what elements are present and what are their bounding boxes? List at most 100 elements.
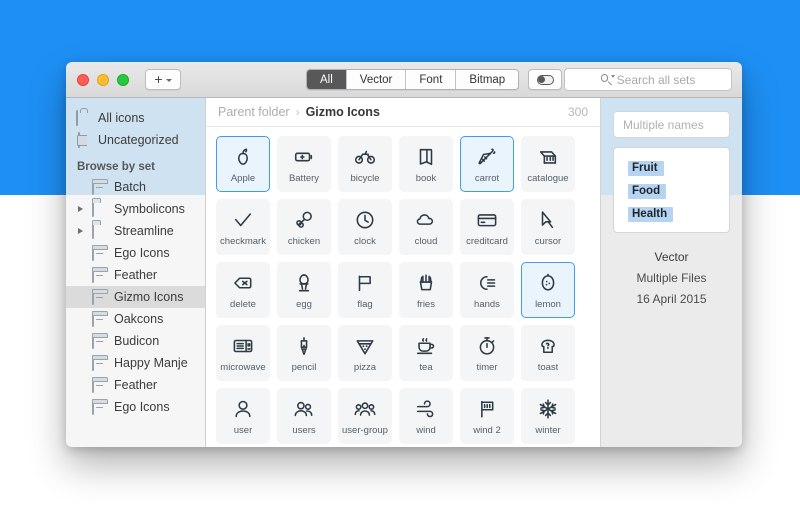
timer-icon — [474, 333, 500, 359]
tags-list[interactable]: Fruit Food Health — [613, 147, 730, 233]
disclosure-triangle-icon[interactable] — [76, 206, 85, 212]
sidebar-item-label: Ego Icons — [114, 400, 170, 414]
view-toggle-button[interactable] — [528, 69, 562, 90]
icon-count: 300 — [568, 105, 588, 119]
minimize-button[interactable] — [97, 74, 109, 86]
icon-tile[interactable]: wind — [399, 388, 453, 444]
filter-segmented-control[interactable]: All Vector Font Bitmap — [306, 69, 519, 90]
icon-tile[interactable]: pizza — [338, 325, 392, 381]
icon-tile-label: winter — [535, 426, 560, 436]
segment-all[interactable]: All — [307, 70, 347, 89]
icon-tile[interactable]: user — [216, 388, 270, 444]
icon-tile[interactable]: fries — [399, 262, 453, 318]
sidebar-item-budicon[interactable]: Budicon — [66, 330, 205, 352]
icon-tile[interactable]: carrot — [460, 136, 514, 192]
icon-tile[interactable]: pencil — [277, 325, 331, 381]
name-input[interactable]: Multiple names — [613, 111, 730, 138]
sidebar-item-oakcons[interactable]: Oakcons — [66, 308, 205, 330]
content-area: Parent folder › Gizmo Icons 300 AppleBat… — [206, 98, 600, 447]
chicken-icon — [291, 207, 317, 233]
sidebar-item-label: Oakcons — [114, 312, 163, 326]
tag-item[interactable]: Health — [628, 207, 673, 222]
segment-vector[interactable]: Vector — [347, 70, 407, 89]
sidebar-item-gizmo-icons[interactable]: Gizmo Icons — [66, 286, 205, 308]
icon-tile[interactable]: catalogue — [521, 136, 575, 192]
icon-tile[interactable]: chicken — [277, 199, 331, 255]
sidebar-item-all-icons[interactable]: All icons — [66, 107, 205, 129]
sidebar-item-ego-icons-2[interactable]: Ego Icons — [66, 396, 205, 418]
sidebar-item-uncategorized[interactable]: Uncategorized — [66, 129, 205, 151]
icon-tile[interactable]: timer — [460, 325, 514, 381]
icon-tile-label: carrot — [475, 174, 499, 184]
set-icon — [92, 180, 107, 194]
segment-font[interactable]: Font — [406, 70, 456, 89]
icon-tile-label: creditcard — [466, 237, 508, 247]
horizontal-scrollbar[interactable] — [206, 442, 600, 447]
icon-tile[interactable]: egg — [277, 262, 331, 318]
tag-item[interactable]: Food — [628, 184, 666, 199]
icon-tile[interactable]: winter — [521, 388, 575, 444]
cloud-icon — [413, 207, 439, 233]
hands-icon — [474, 270, 500, 296]
icon-tile[interactable]: microwave — [216, 325, 270, 381]
set-icon — [92, 268, 107, 282]
disclosure-triangle-icon[interactable] — [76, 228, 85, 234]
search-icon — [601, 74, 612, 85]
icon-tile[interactable]: users — [277, 388, 331, 444]
icon-tile[interactable]: checkmark — [216, 199, 270, 255]
sidebar-item-symbolicons[interactable]: Symbolicons — [66, 198, 205, 220]
icon-tile[interactable]: lemon — [521, 262, 575, 318]
icon-tile-label: tea — [419, 363, 432, 373]
sidebar-item-label: Feather — [114, 268, 157, 282]
sidebar-item-streamline[interactable]: Streamline — [66, 220, 205, 242]
sidebar-item-happy-manje[interactable]: Happy Manje — [66, 352, 205, 374]
icon-tile[interactable]: creditcard — [460, 199, 514, 255]
search-input[interactable]: Search all sets — [564, 68, 732, 91]
metadata-type: Vector — [613, 247, 730, 268]
pages-icon — [76, 133, 91, 147]
icon-tile[interactable]: delete — [216, 262, 270, 318]
icon-tile[interactable]: hands — [460, 262, 514, 318]
pencil-icon — [291, 333, 317, 359]
sidebar-item-label: Gizmo Icons — [114, 290, 183, 304]
icon-tile[interactable]: user-group — [338, 388, 392, 444]
tag-item[interactable]: Fruit — [628, 161, 664, 176]
users-icon — [291, 396, 317, 422]
egg-icon — [291, 270, 317, 296]
search-placeholder: Search all sets — [617, 73, 696, 87]
sidebar-item-feather-2[interactable]: Feather — [66, 374, 205, 396]
icon-tile-label: Apple — [231, 174, 255, 184]
icon-tile[interactable]: bicycle — [338, 136, 392, 192]
breadcrumb-parent[interactable]: Parent folder — [218, 105, 290, 119]
window-controls — [77, 74, 129, 86]
bicycle-icon — [352, 144, 378, 170]
segment-bitmap[interactable]: Bitmap — [456, 70, 518, 89]
close-button[interactable] — [77, 74, 89, 86]
sidebar-item-feather[interactable]: Feather — [66, 264, 205, 286]
set-icon — [92, 356, 107, 370]
icon-tile[interactable]: clock — [338, 199, 392, 255]
zoom-button[interactable] — [117, 74, 129, 86]
sidebar-item-batch[interactable]: Batch — [66, 176, 205, 198]
name-placeholder: Multiple names — [623, 118, 704, 132]
add-button[interactable]: + — [145, 69, 181, 90]
icon-tile[interactable]: Battery — [277, 136, 331, 192]
icon-tile[interactable]: Apple — [216, 136, 270, 192]
icon-tile-label: catalogue — [527, 174, 568, 184]
sidebar-item-ego-icons[interactable]: Ego Icons — [66, 242, 205, 264]
icon-tile[interactable]: tea — [399, 325, 453, 381]
icon-tile[interactable]: book — [399, 136, 453, 192]
sidebar-item-label: All icons — [98, 111, 145, 125]
cursor-icon — [535, 207, 561, 233]
set-icon — [92, 312, 107, 326]
catalogue-icon — [535, 144, 561, 170]
apple-icon — [230, 144, 256, 170]
icon-tile[interactable]: toast — [521, 325, 575, 381]
icon-tile[interactable]: flag — [338, 262, 392, 318]
icon-tile[interactable]: cursor — [521, 199, 575, 255]
icon-tile-label: microwave — [220, 363, 265, 373]
icon-tile[interactable]: cloud — [399, 199, 453, 255]
icon-tile[interactable]: wind 2 — [460, 388, 514, 444]
toast-icon — [535, 333, 561, 359]
bag-icon — [76, 111, 91, 125]
